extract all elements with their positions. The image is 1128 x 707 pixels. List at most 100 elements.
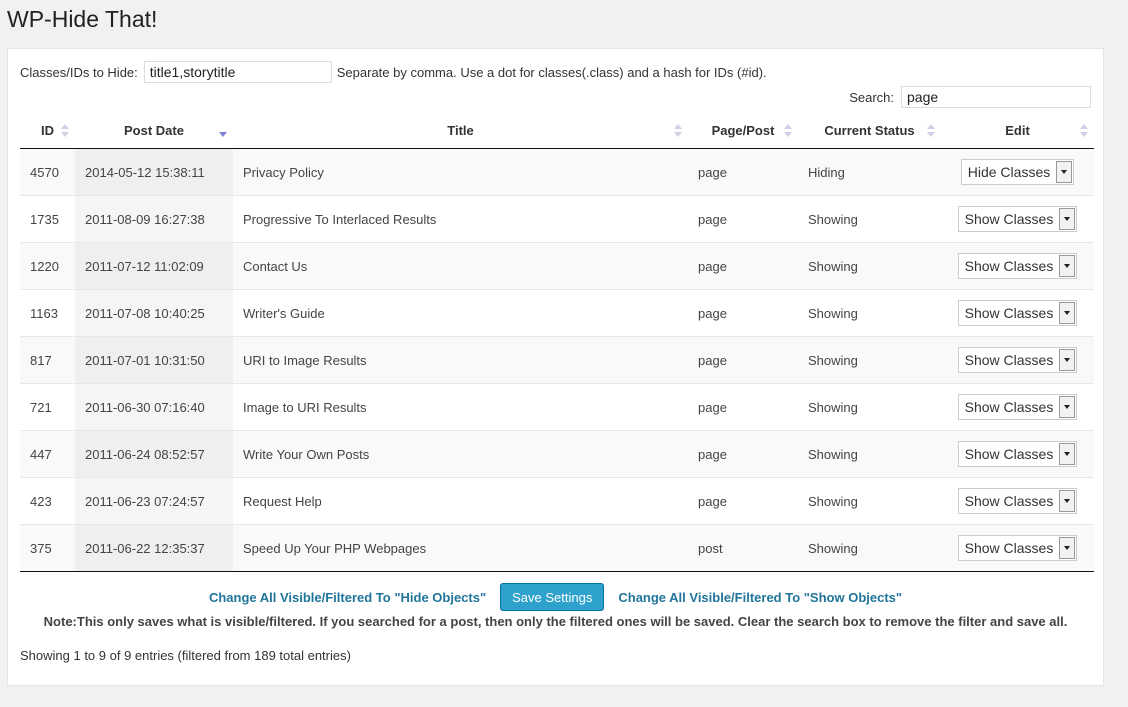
cell-post-date: 2011-06-30 07:16:40 bbox=[75, 383, 233, 431]
cell-post-date: 2011-08-09 16:27:38 bbox=[75, 195, 233, 243]
cell-title: URI to Image Results bbox=[233, 336, 688, 384]
edit-select[interactable]: Hide Classes bbox=[960, 159, 1075, 185]
edit-select-value: Show Classes bbox=[964, 305, 1054, 321]
cell-title: Privacy Policy bbox=[233, 148, 688, 196]
edit-select[interactable]: Show Classes bbox=[957, 441, 1078, 467]
col-header-edit[interactable]: Edit bbox=[941, 113, 1094, 149]
chevron-down-icon[interactable] bbox=[1059, 302, 1076, 324]
cell-edit: Show Classes bbox=[941, 336, 1094, 384]
cell-page-post: page bbox=[688, 195, 798, 243]
cell-title: Image to URI Results bbox=[233, 383, 688, 431]
cell-status: Showing bbox=[798, 383, 941, 431]
cell-id: 423 bbox=[20, 477, 75, 525]
chevron-down-icon[interactable] bbox=[1059, 443, 1076, 465]
table-body: 4570 2014-05-12 15:38:11 Privacy Policy pag… bbox=[20, 148, 1094, 572]
cell-edit: Show Classes bbox=[941, 477, 1094, 525]
page-title: WP-Hide That! bbox=[7, 6, 158, 32]
cell-page-post: post bbox=[688, 524, 798, 572]
cell-page-post: page bbox=[688, 430, 798, 478]
edit-select[interactable]: Show Classes bbox=[957, 253, 1078, 279]
edit-select-value: Show Classes bbox=[964, 211, 1054, 227]
cell-post-date: 2011-07-12 11:02:09 bbox=[75, 242, 233, 290]
search-input[interactable] bbox=[901, 86, 1091, 108]
hide-classes-row: Classes/IDs to Hide: Separate by comma. … bbox=[20, 61, 767, 83]
table-row: 423 2011-06-23 07:24:57 Request Help page Sh… bbox=[20, 477, 1094, 525]
edit-select[interactable]: Show Classes bbox=[957, 488, 1078, 514]
edit-select[interactable]: Show Classes bbox=[957, 535, 1078, 561]
edit-select[interactable]: Show Classes bbox=[957, 347, 1078, 373]
table-info: Showing 1 to 9 of 9 entries (filtered fr… bbox=[20, 648, 351, 663]
chevron-down-icon[interactable] bbox=[1059, 255, 1076, 277]
save-settings-button[interactable]: Save Settings bbox=[500, 583, 605, 611]
cell-status: Showing bbox=[798, 336, 941, 384]
table-row: 817 2011-07-01 10:31:50 URI to Image Resul… bbox=[20, 336, 1094, 384]
search-row: Search: bbox=[849, 86, 1091, 108]
chevron-down-icon[interactable] bbox=[1056, 161, 1073, 183]
edit-select-value: Show Classes bbox=[964, 540, 1054, 556]
edit-select-value: Show Classes bbox=[964, 399, 1054, 415]
chevron-down-icon[interactable] bbox=[1059, 396, 1076, 418]
chevron-down-icon[interactable] bbox=[1059, 490, 1076, 512]
settings-panel: Classes/IDs to Hide: Separate by comma. … bbox=[7, 48, 1104, 686]
sort-both-icon bbox=[927, 124, 935, 138]
table-row: 1163 2011-07-08 10:40:25 Writer's Guide pag… bbox=[20, 289, 1094, 337]
cell-title: Speed Up Your PHP Webpages bbox=[233, 524, 688, 572]
col-header-title[interactable]: Title bbox=[233, 113, 688, 149]
sort-both-icon bbox=[784, 124, 792, 138]
cell-title: Writer's Guide bbox=[233, 289, 688, 337]
cell-id: 4570 bbox=[20, 148, 75, 196]
cell-id: 447 bbox=[20, 430, 75, 478]
cell-status: Showing bbox=[798, 242, 941, 290]
hide-all-link[interactable]: Change All Visible/Filtered To "Hide Obj… bbox=[209, 590, 486, 605]
hide-classes-label: Classes/IDs to Hide: bbox=[20, 64, 138, 80]
cell-page-post: page bbox=[688, 336, 798, 384]
show-all-link[interactable]: Change All Visible/Filtered To "Show Obj… bbox=[618, 590, 902, 605]
actions-bar: Change All Visible/Filtered To "Hide Obj… bbox=[8, 583, 1103, 611]
cell-title: Request Help bbox=[233, 477, 688, 525]
cell-page-post: page bbox=[688, 289, 798, 337]
cell-id: 721 bbox=[20, 383, 75, 431]
cell-title: Contact Us bbox=[233, 242, 688, 290]
cell-status: Showing bbox=[798, 195, 941, 243]
edit-select-value: Show Classes bbox=[964, 258, 1054, 274]
cell-page-post: page bbox=[688, 148, 798, 196]
cell-title: Write Your Own Posts bbox=[233, 430, 688, 478]
cell-post-date: 2011-07-08 10:40:25 bbox=[75, 289, 233, 337]
cell-status: Showing bbox=[798, 477, 941, 525]
edit-select-value: Show Classes bbox=[964, 493, 1054, 509]
hide-classes-input[interactable] bbox=[143, 61, 332, 83]
cell-edit: Show Classes bbox=[941, 524, 1094, 572]
cell-status: Showing bbox=[798, 430, 941, 478]
table-row: 375 2011-06-22 12:35:37 Speed Up Your PHP … bbox=[20, 524, 1094, 572]
sort-desc-icon bbox=[219, 124, 227, 138]
cell-status: Hiding bbox=[798, 148, 941, 196]
col-header-page-post[interactable]: Page/Post bbox=[688, 113, 798, 149]
sort-both-icon bbox=[61, 124, 69, 138]
table-row: 447 2011-06-24 08:52:57 Write Your Own Pos… bbox=[20, 430, 1094, 478]
table-row: 4570 2014-05-12 15:38:11 Privacy Policy pag… bbox=[20, 148, 1094, 196]
search-label: Search: bbox=[849, 89, 894, 105]
chevron-down-icon[interactable] bbox=[1059, 208, 1076, 230]
cell-id: 1163 bbox=[20, 289, 75, 337]
table-row: 1220 2011-07-12 11:02:09 Contact Us page Sho… bbox=[20, 242, 1094, 290]
cell-edit: Show Classes bbox=[941, 289, 1094, 337]
cell-post-date: 2011-06-22 12:35:37 bbox=[75, 524, 233, 572]
col-header-current-status[interactable]: Current Status bbox=[798, 113, 941, 149]
cell-id: 375 bbox=[20, 524, 75, 572]
col-header-post-date[interactable]: Post Date bbox=[75, 113, 233, 149]
chevron-down-icon[interactable] bbox=[1059, 349, 1076, 371]
cell-post-date: 2014-05-12 15:38:11 bbox=[75, 148, 233, 196]
cell-edit: Show Classes bbox=[941, 195, 1094, 243]
cell-page-post: page bbox=[688, 242, 798, 290]
edit-select-value: Hide Classes bbox=[967, 164, 1051, 180]
save-note: Note:This only saves what is visible/fil… bbox=[43, 614, 1068, 629]
edit-select[interactable]: Show Classes bbox=[957, 300, 1078, 326]
cell-edit: Show Classes bbox=[941, 242, 1094, 290]
edit-select[interactable]: Show Classes bbox=[957, 394, 1078, 420]
cell-status: Showing bbox=[798, 524, 941, 572]
chevron-down-icon[interactable] bbox=[1059, 537, 1076, 559]
sort-both-icon bbox=[1080, 124, 1088, 138]
cell-post-date: 2011-07-01 10:31:50 bbox=[75, 336, 233, 384]
edit-select[interactable]: Show Classes bbox=[957, 206, 1078, 232]
col-header-id[interactable]: ID bbox=[20, 113, 75, 149]
